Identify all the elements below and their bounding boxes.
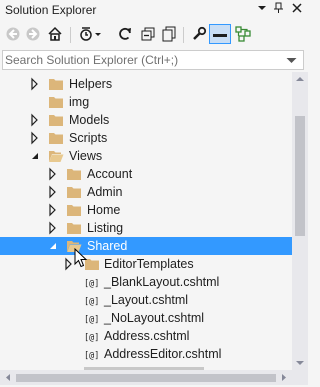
svg-text:[@]: [@] [84,351,99,361]
horizontal-scroll-thumb[interactable] [16,374,276,382]
tree-item-shared[interactable]: Shared [0,237,292,255]
tree-item-label: Scripts [69,131,108,145]
tree-item-layout[interactable]: [@] _Layout.cshtml [0,291,292,309]
tree-item-label: img [69,95,90,109]
window-title: Solution Explorer [5,3,97,17]
tree-item-partial[interactable] [0,363,292,370]
sync-icon[interactable] [115,24,135,44]
folder-icon [48,76,64,92]
svg-text:[@]: [@] [84,297,99,307]
folder-icon [48,130,64,146]
show-all-files-icon[interactable] [159,24,179,44]
horizontal-scrollbar[interactable] [0,370,292,385]
tree-item-label: Address.cshtml [104,329,190,343]
folder-icon [48,94,64,110]
scroll-down-icon[interactable] [292,356,308,370]
search-box [2,50,304,70]
dropdown-icon[interactable] [254,2,270,18]
razor-file-icon: [@] [84,274,100,290]
tree-item-label: Listing [87,221,124,235]
folder-icon [66,202,82,218]
pin-icon[interactable] [271,2,287,18]
tree-item-label: Views [69,149,103,163]
tree-item-label: _Layout.cshtml [104,293,189,307]
expand-icon[interactable] [28,77,42,91]
mouse-cursor-icon [74,247,88,271]
tree-item-label: Account [87,167,133,181]
expand-icon[interactable] [46,185,60,199]
expand-icon[interactable] [46,203,60,217]
tree-item-listing[interactable]: Listing [0,219,292,237]
collapse-icon[interactable] [28,149,42,163]
tree-item-label: EditorTemplates [104,257,194,271]
search-icon[interactable] [285,53,299,70]
tree-item-label: Admin [87,185,123,199]
tree-item-label: Helpers [69,77,113,91]
svg-text:[@]: [@] [84,279,99,289]
toolbar [0,22,308,48]
scroll-up-icon[interactable] [292,72,308,86]
tree-item-account[interactable]: Account [0,165,292,183]
tree-item-label: _NoLayout.cshtml [104,311,205,325]
separator [183,27,184,43]
folder-icon [48,112,64,128]
collapse-icon[interactable] [46,239,60,253]
back-icon[interactable] [3,24,23,44]
folder-icon [66,220,82,236]
expand-icon[interactable] [46,221,60,235]
tree-item-img[interactable]: img [0,93,292,111]
tree-item-editortemplates[interactable]: EditorTemplates [0,255,292,273]
vertical-scroll-thumb[interactable] [295,116,305,236]
razor-file-icon: [@] [84,292,100,308]
scrollbar-corner [292,370,308,385]
class-view-icon[interactable] [233,24,253,44]
search-input[interactable] [5,52,277,68]
folder-icon [66,166,82,182]
title-bar: Solution Explorer [0,0,308,22]
tree-item-label: Home [87,203,121,217]
tree-item-helpers[interactable]: Helpers [0,75,292,93]
home-icon[interactable] [45,24,65,44]
folder-open-icon [48,148,64,164]
tree-item-label: _BlankLayout.cshtml [104,275,220,289]
expand-icon[interactable] [28,131,42,145]
separator [70,27,71,43]
tree-item-nolayout[interactable]: [@] _NoLayout.cshtml [0,309,292,327]
dropdown-icon[interactable] [93,24,103,44]
properties-icon[interactable] [189,24,209,44]
tree-item-label: Models [69,113,110,127]
tree-item-label: AddressEditor.cshtml [104,347,222,361]
expand-icon[interactable] [46,167,60,181]
razor-file-icon: [@] [84,328,100,344]
vertical-scrollbar[interactable] [292,72,308,370]
tree-item-scripts[interactable]: Scripts [0,129,292,147]
svg-text:[@]: [@] [84,315,99,325]
tree-item-admin[interactable]: Admin [0,183,292,201]
solution-tree: Helpers img Models Scripts Views Account… [0,72,292,370]
tree-item-addresseditor[interactable]: [@] AddressEditor.cshtml [0,345,292,363]
razor-file-icon: [@] [84,310,100,326]
razor-file-icon: [@] [84,346,100,362]
expand-icon[interactable] [28,113,42,127]
folder-icon [66,184,82,200]
tree-item-models[interactable]: Models [0,111,292,129]
tree-item-address[interactable]: [@] Address.cshtml [0,327,292,345]
preview-icon[interactable] [209,24,231,44]
tree-item-views[interactable]: Views [0,147,292,165]
forward-icon[interactable] [23,24,43,44]
collapse-all-icon[interactable] [138,24,158,44]
close-icon[interactable] [289,2,305,18]
tree-item-label: Shared [87,239,128,253]
tree-item-blanklayout[interactable]: [@] _BlankLayout.cshtml [0,273,292,291]
svg-text:[@]: [@] [84,333,99,343]
tree-item-home[interactable]: Home [0,201,292,219]
